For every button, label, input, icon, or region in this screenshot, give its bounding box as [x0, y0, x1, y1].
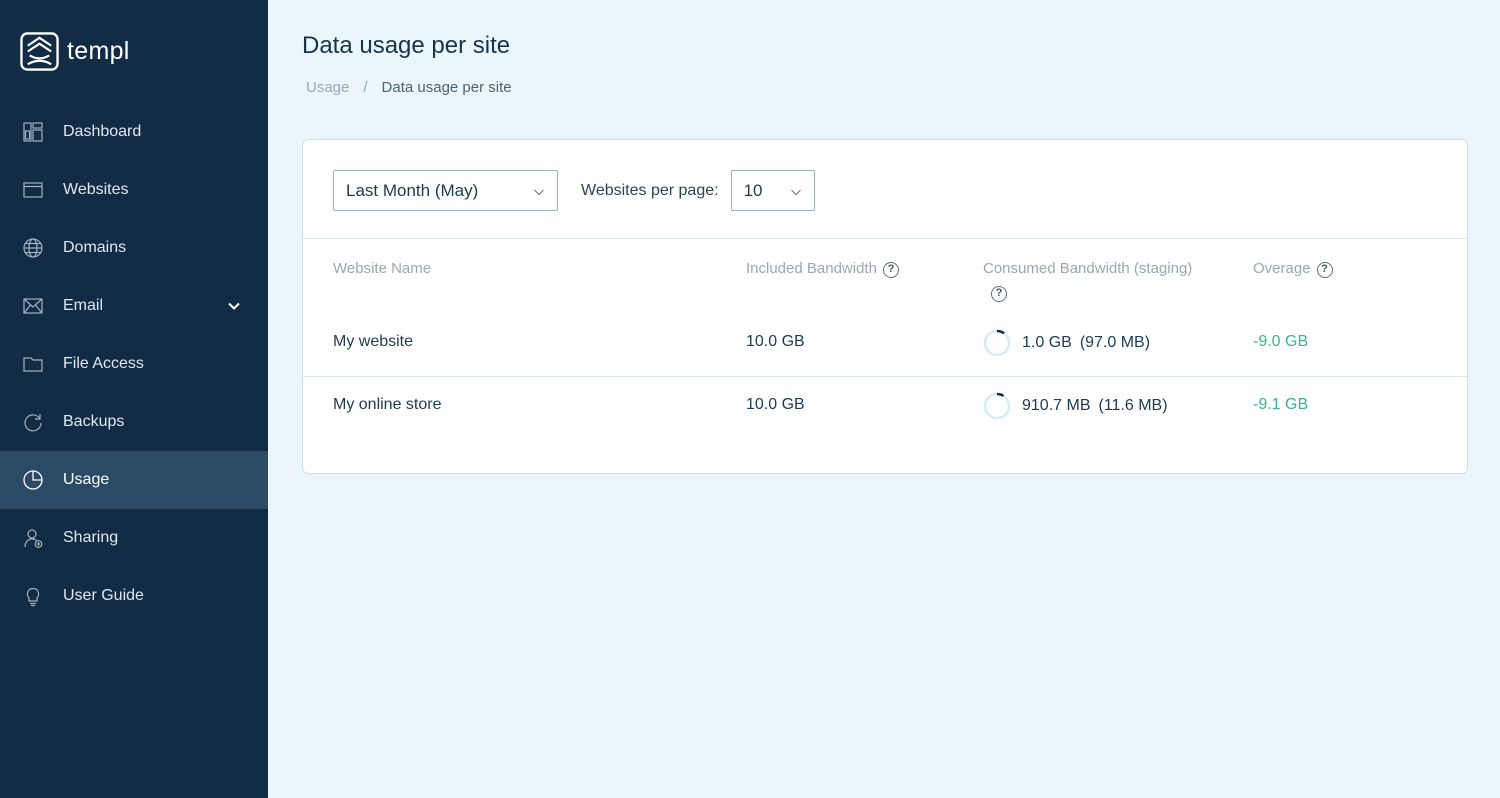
- sidebar-nav: Dashboard Websites Domains Email File Ac…: [0, 103, 268, 625]
- chevron-down-icon: [534, 189, 544, 196]
- brand-logo[interactable]: templ: [20, 31, 130, 71]
- sidebar-item-email[interactable]: Email: [0, 277, 268, 335]
- usage-ring-icon: [983, 329, 1011, 357]
- column-header-label: Consumed Bandwidth (staging): [983, 260, 1193, 277]
- dashboard-icon: [22, 121, 44, 143]
- breadcrumb-separator: /: [363, 79, 368, 96]
- usage-card: Last Month (May) Websites per page: 10 W…: [302, 139, 1468, 474]
- sidebar-item-file-access[interactable]: File Access: [0, 335, 268, 393]
- user-share-icon: [22, 527, 44, 549]
- included-bandwidth-cell: 10.0 GB: [746, 396, 805, 413]
- sidebar-item-label: Backups: [63, 413, 125, 430]
- table-top-divider: [303, 238, 1467, 239]
- sidebar-item-label: Domains: [63, 239, 127, 256]
- sidebar-item-backups[interactable]: Backups: [0, 393, 268, 451]
- filter-bar: Last Month (May) Websites per page: 10: [333, 170, 815, 211]
- consumed-value: 910.7 MB: [1022, 397, 1091, 414]
- row-divider: [303, 376, 1467, 377]
- pie-chart-icon: [22, 469, 44, 491]
- overage-cell: -9.1 GB: [1253, 396, 1309, 413]
- chevron-down-icon: [790, 189, 801, 196]
- staging-value: (11.6 MB): [1098, 397, 1168, 414]
- column-header-label: Included Bandwidth: [746, 260, 877, 277]
- sidebar-item-dashboard[interactable]: Dashboard: [0, 103, 268, 161]
- consumed-value: 1.0 GB: [1022, 334, 1072, 351]
- sidebar-item-user-guide[interactable]: User Guide: [0, 567, 268, 625]
- per-page-label: Websites per page:: [581, 181, 719, 199]
- column-header-label: Website Name: [333, 260, 432, 277]
- refresh-icon: [22, 411, 44, 433]
- lightbulb-icon: [22, 585, 44, 607]
- column-header-consumed-bandwidth: Consumed Bandwidth (staging): [983, 260, 1192, 277]
- website-name-cell: My website: [333, 333, 414, 350]
- help-icon[interactable]: ?: [882, 262, 899, 278]
- per-page-select[interactable]: 10: [730, 170, 815, 211]
- period-select-value: Last Month (May): [346, 180, 479, 200]
- sidebar-item-label: Websites: [63, 181, 129, 198]
- column-header-included-bandwidth: Included Bandwidth?: [746, 260, 899, 278]
- logo-icon: [20, 31, 59, 71]
- breadcrumb-usage-link[interactable]: Usage: [306, 79, 349, 96]
- breadcrumb: Usage / Data usage per site: [306, 79, 512, 96]
- staging-value: (97.0 MB): [1079, 334, 1151, 351]
- breadcrumb-current: Data usage per site: [381, 79, 512, 96]
- sidebar: templ Dashboard Websites Domains Email F…: [0, 0, 268, 798]
- consumed-bandwidth-cell: 910.7 MB (11.6 MB): [983, 392, 1168, 420]
- help-icon[interactable]: ?: [1316, 262, 1333, 278]
- per-page-select-value: 10: [743, 180, 763, 200]
- sidebar-item-label: Sharing: [63, 529, 119, 546]
- column-header-label: Overage: [1253, 260, 1311, 277]
- overage-cell: -9.0 GB: [1253, 333, 1309, 350]
- sidebar-item-label: Email: [63, 297, 104, 314]
- website-name-cell: My online store: [333, 396, 442, 413]
- sidebar-item-domains[interactable]: Domains: [0, 219, 268, 277]
- sidebar-item-label: Dashboard: [63, 123, 142, 140]
- sidebar-item-label: Usage: [63, 471, 110, 488]
- column-header-overage: Overage?: [1253, 260, 1333, 278]
- period-select[interactable]: Last Month (May): [333, 170, 558, 211]
- page-title: Data usage per site: [302, 32, 511, 59]
- envelope-icon: [22, 295, 44, 317]
- sidebar-item-label: File Access: [63, 355, 144, 372]
- consumed-bandwidth-cell: 1.0 GB (97.0 MB): [983, 329, 1150, 357]
- browser-window-icon: [22, 179, 44, 201]
- brand-name: templ: [67, 36, 130, 65]
- sidebar-item-usage[interactable]: Usage: [0, 451, 268, 509]
- column-header-website-name: Website Name: [333, 260, 431, 277]
- globe-icon: [22, 237, 44, 259]
- chevron-down-icon[interactable]: [226, 298, 242, 314]
- help-icon[interactable]: ?: [991, 286, 1007, 302]
- sidebar-item-sharing[interactable]: Sharing: [0, 509, 268, 567]
- usage-ring-track: [983, 392, 1011, 420]
- usage-ring-icon: [983, 392, 1011, 420]
- included-bandwidth-cell: 10.0 GB: [746, 333, 805, 350]
- usage-ring-track: [983, 329, 1011, 357]
- folder-icon: [22, 353, 44, 375]
- sidebar-item-label: User Guide: [63, 587, 144, 604]
- sidebar-item-websites[interactable]: Websites: [0, 161, 268, 219]
